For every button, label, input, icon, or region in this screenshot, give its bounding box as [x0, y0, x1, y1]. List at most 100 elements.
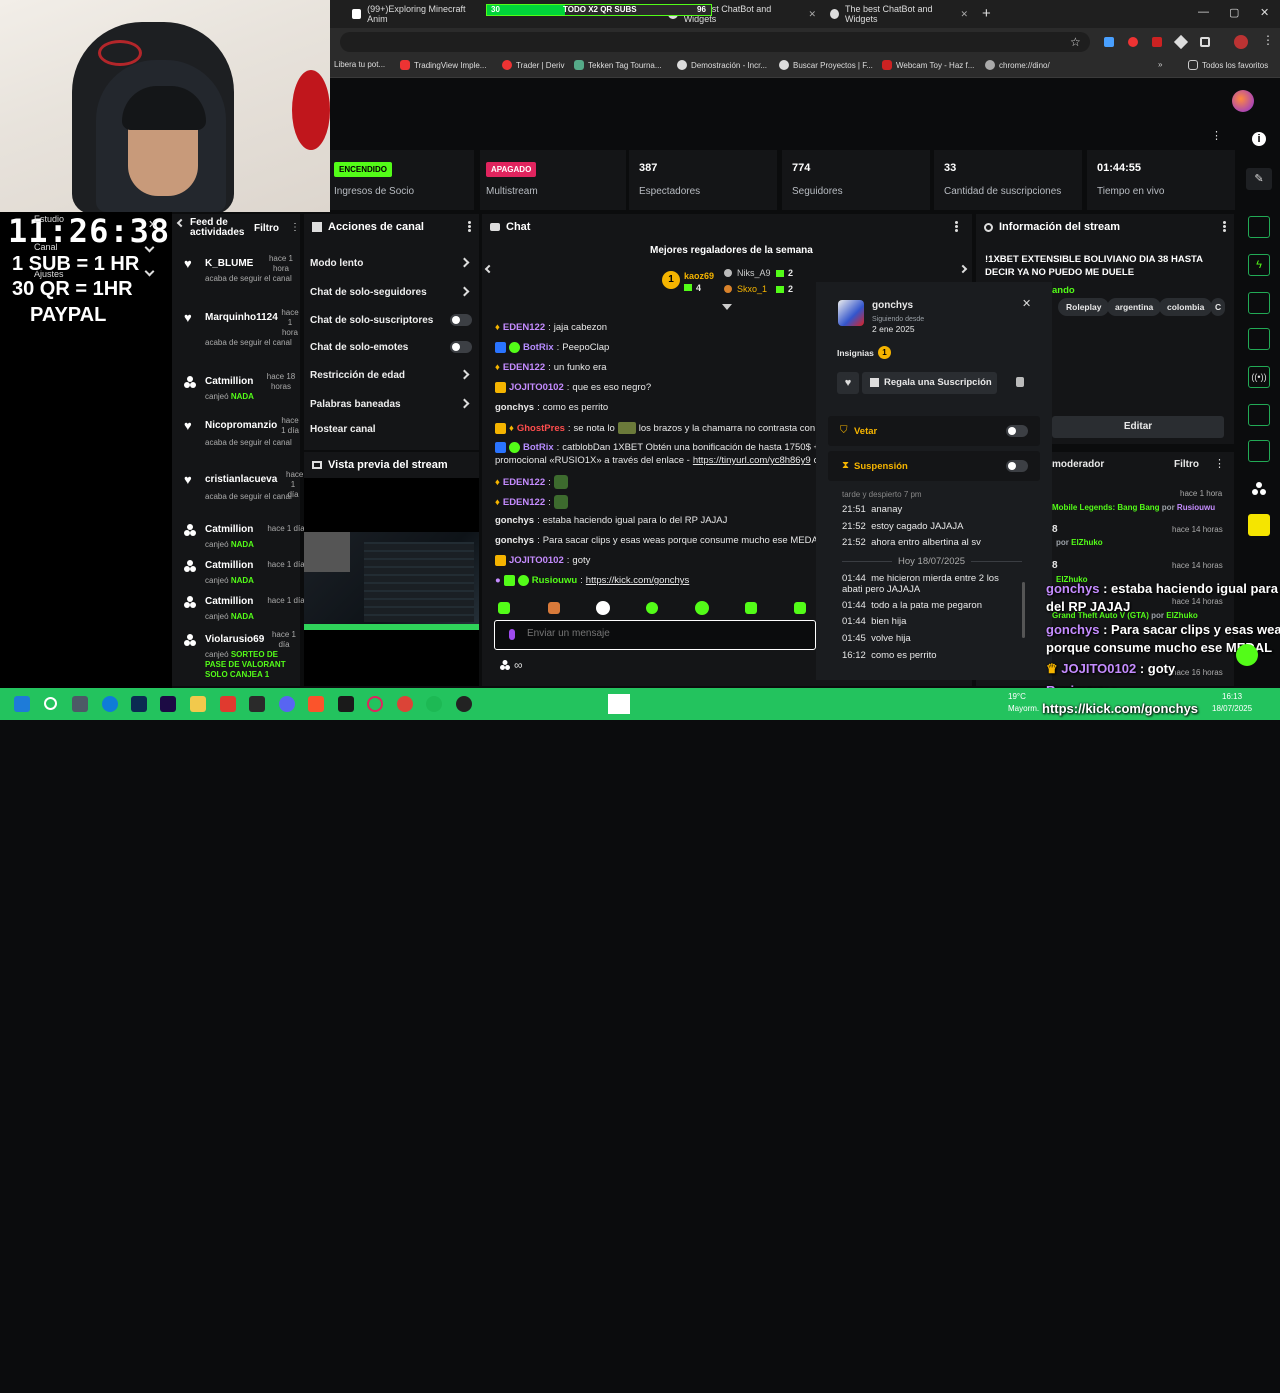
- mod-user[interactable]: ElZhuko: [1071, 538, 1103, 547]
- bookmark-item[interactable]: Webcam Toy - Haz f...: [882, 60, 974, 70]
- heart-icon[interactable]: ♥: [837, 372, 859, 394]
- emote-icon[interactable]: [498, 602, 510, 614]
- chat-username[interactable]: BotRix: [523, 342, 554, 353]
- kebab-menu-icon[interactable]: [467, 221, 471, 233]
- stream-preview-video[interactable]: [304, 532, 479, 630]
- feed-user[interactable]: Marquinho1124: [205, 312, 278, 323]
- stream-category[interactable]: ando: [1052, 285, 1075, 296]
- epic-icon[interactable]: [338, 696, 354, 712]
- spotify-icon[interactable]: [426, 696, 442, 712]
- chat-input-box[interactable]: [494, 620, 816, 650]
- pin-icon[interactable]: [1016, 377, 1024, 387]
- mod-user[interactable]: ElZhuko: [1166, 611, 1198, 620]
- emotes-only-toggle[interactable]: [450, 341, 472, 353]
- extension-icon[interactable]: [1128, 37, 1138, 47]
- kebab-menu-icon[interactable]: [1222, 221, 1226, 233]
- feed-user[interactable]: Catmillion: [205, 376, 253, 387]
- minimize-icon[interactable]: —: [1198, 6, 1209, 18]
- bookmark-folder[interactable]: Todos los favoritos: [1188, 60, 1268, 70]
- close-icon[interactable]: ✕: [808, 9, 816, 20]
- gift-sub-button[interactable]: Regala una Suscripción: [862, 372, 997, 394]
- chat-username[interactable]: JOJITO0102: [509, 555, 564, 566]
- premiere-icon[interactable]: [160, 696, 176, 712]
- broadcast-icon[interactable]: ((•)): [1248, 366, 1270, 388]
- bookmark-item[interactable]: TradingView Imple...: [400, 60, 486, 70]
- emote-icon[interactable]: [646, 602, 658, 614]
- search-icon[interactable]: [44, 697, 57, 710]
- file-explorer-icon[interactable]: [190, 696, 206, 712]
- windows-start-icon[interactable]: [14, 696, 30, 712]
- address-input[interactable]: [340, 32, 1090, 52]
- gamepad-icon[interactable]: [72, 696, 88, 712]
- emote-icon[interactable]: [596, 601, 610, 615]
- action-age-restriction[interactable]: Restricción de edad: [310, 369, 472, 381]
- star-icon[interactable]: ☆: [1070, 35, 1081, 49]
- window-close-icon[interactable]: ✕: [1260, 6, 1269, 19]
- emote-icon[interactable]: [745, 602, 757, 614]
- layout-icon[interactable]: [1248, 404, 1270, 426]
- chat-username[interactable]: JOJITO0102: [509, 382, 564, 393]
- extension-icon[interactable]: [1173, 34, 1189, 50]
- chat-username[interactable]: gonchys: [495, 535, 534, 546]
- profile-avatar[interactable]: [1234, 35, 1248, 49]
- chrome-icon[interactable]: [397, 696, 413, 712]
- extension-icon[interactable]: [1152, 37, 1162, 47]
- insignia-badge[interactable]: 1: [878, 346, 891, 359]
- kebab-menu-icon[interactable]: ⋮: [290, 222, 300, 233]
- gifter-name[interactable]: kaoz69: [684, 271, 714, 281]
- star-badge-icon[interactable]: [1248, 514, 1270, 536]
- chevron-left-icon[interactable]: [176, 218, 186, 228]
- suspend-toggle[interactable]: [1006, 460, 1028, 472]
- feed-user[interactable]: Violarusio69: [205, 634, 264, 645]
- user-avatar[interactable]: [1232, 90, 1254, 112]
- feed-user[interactable]: K_BLUME: [205, 258, 253, 269]
- tag-pill[interactable]: colombia: [1159, 298, 1213, 316]
- points-icon[interactable]: [1248, 478, 1270, 500]
- veto-toggle[interactable]: [1006, 425, 1028, 437]
- target-icon[interactable]: [1248, 216, 1270, 238]
- overlay-menu-item[interactable]: Estudio: [34, 214, 64, 224]
- kebab-menu-icon[interactable]: ⋮: [1214, 457, 1225, 470]
- edit-stream-button[interactable]: Editar: [1052, 416, 1224, 438]
- chat-icon[interactable]: [1248, 328, 1270, 350]
- puzzle-icon[interactable]: [1200, 37, 1210, 47]
- bookmark-item[interactable]: Demostración - Incr...: [677, 60, 767, 70]
- feed-user[interactable]: Catmillion: [205, 524, 253, 535]
- chat-username[interactable]: EDEN122: [503, 497, 545, 508]
- feed-filter-button[interactable]: Filtro: [254, 223, 279, 234]
- edge-icon[interactable]: [102, 696, 118, 712]
- chat-input[interactable]: [527, 628, 807, 639]
- tag-pill[interactable]: Roleplay: [1058, 298, 1110, 316]
- tab-chatbot-2[interactable]: The best ChatBot and Widgets ✕: [824, 4, 974, 24]
- chat-username[interactable]: gonchys: [495, 402, 534, 413]
- user-card-name[interactable]: gonchys: [872, 300, 913, 311]
- close-icon[interactable]: ✕: [960, 9, 968, 20]
- tab-minecraft[interactable]: (99+)Exploring Minecraft Anim: [346, 4, 484, 24]
- kebab-menu-icon[interactable]: ⋮: [1262, 33, 1274, 47]
- bookmark-item[interactable]: Tekken Tag Tourna...: [574, 60, 662, 70]
- gifter-name[interactable]: Skxo_1: [737, 284, 767, 294]
- chat-username[interactable]: gonchys: [495, 515, 534, 526]
- feed-user[interactable]: Catmillion: [205, 560, 253, 571]
- bookmark-item[interactable]: Trader | Deriv: [502, 60, 564, 70]
- collapse-arrow-icon[interactable]: [722, 304, 732, 310]
- brave-icon[interactable]: [308, 696, 324, 712]
- kebab-menu-icon[interactable]: ⋮: [1211, 129, 1222, 142]
- more-bookmarks-icon[interactable]: »: [1158, 60, 1162, 69]
- scrollbar[interactable]: [1022, 582, 1025, 638]
- tag-pill[interactable]: C: [1211, 298, 1226, 316]
- emote-icon[interactable]: [548, 602, 560, 614]
- mod-user[interactable]: Rusiouwu: [1177, 503, 1215, 512]
- opera-icon[interactable]: [367, 696, 383, 712]
- emote-icon[interactable]: [794, 602, 806, 614]
- extension-icon[interactable]: [1104, 37, 1114, 47]
- maximize-icon[interactable]: ▢: [1229, 6, 1239, 19]
- bookmark-item[interactable]: Libera tu pot...: [334, 60, 385, 69]
- close-icon[interactable]: ✕: [148, 218, 157, 231]
- chat-username[interactable]: Rusiouwu: [532, 575, 577, 586]
- action-slow-mode[interactable]: Modo lento: [310, 257, 472, 269]
- action-banned-words[interactable]: Palabras baneadas: [310, 398, 472, 410]
- chat-link[interactable]: https://tinyurl.com/yc8h86y9: [693, 455, 811, 466]
- pencil-icon[interactable]: ✎: [1246, 168, 1272, 190]
- kebab-menu-icon[interactable]: [954, 221, 958, 233]
